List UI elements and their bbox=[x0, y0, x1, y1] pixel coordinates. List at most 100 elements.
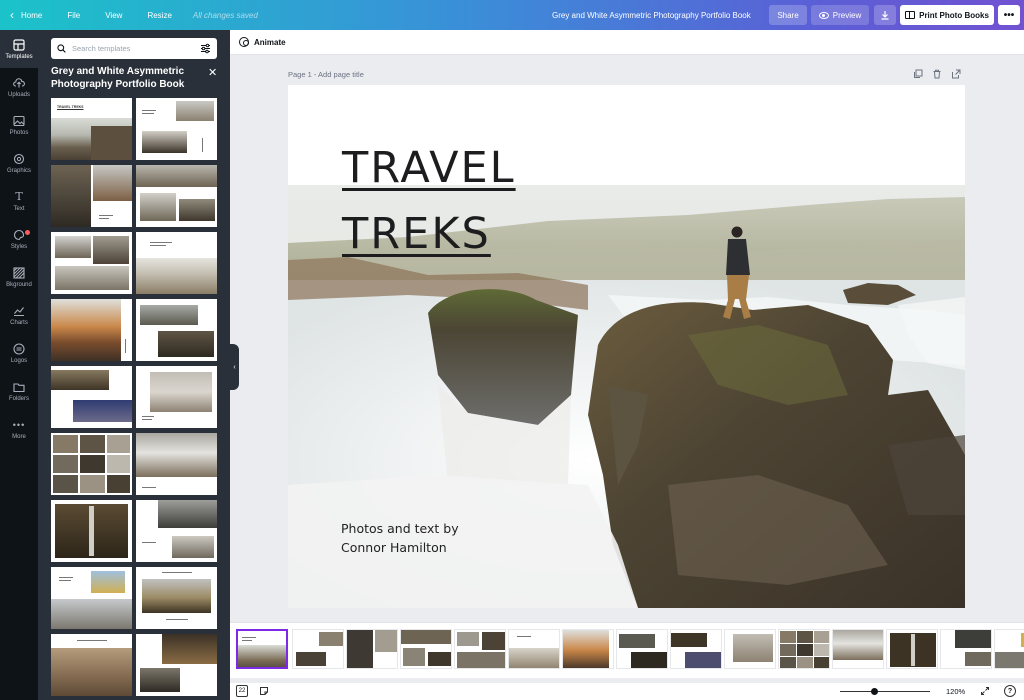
templates-icon bbox=[13, 38, 25, 51]
share-button[interactable]: Share bbox=[769, 5, 807, 25]
page-thumbnail-1[interactable] bbox=[236, 629, 288, 669]
template-thumbnail[interactable] bbox=[51, 232, 132, 294]
page-thumbnail[interactable] bbox=[400, 629, 452, 669]
template-thumbnail[interactable] bbox=[136, 433, 217, 495]
rail-item-styles[interactable]: Styles bbox=[0, 220, 38, 258]
rail-item-background[interactable]: Bkground bbox=[0, 258, 38, 296]
page-thumbnail[interactable] bbox=[562, 629, 614, 669]
template-thumbnail[interactable] bbox=[136, 634, 217, 696]
template-thumbnail[interactable] bbox=[136, 567, 217, 629]
graphics-icon bbox=[13, 153, 25, 165]
rail-item-graphics[interactable]: Graphics bbox=[0, 144, 38, 182]
animate-button[interactable]: Animate bbox=[254, 38, 286, 47]
rail-item-logos[interactable]: Logos bbox=[0, 334, 38, 372]
template-thumbnail[interactable] bbox=[51, 299, 132, 361]
template-thumbnail[interactable] bbox=[136, 366, 217, 428]
template-thumbnail[interactable] bbox=[51, 500, 132, 562]
title-line-1[interactable]: TRAVEL bbox=[342, 143, 516, 193]
rail-item-text[interactable]: T Text bbox=[0, 182, 38, 220]
template-thumbnail[interactable] bbox=[136, 98, 217, 160]
template-thumbnail[interactable] bbox=[136, 299, 217, 361]
eye-icon bbox=[818, 11, 829, 19]
title-line-2[interactable]: TREKS bbox=[342, 209, 491, 259]
template-thumbnail[interactable] bbox=[51, 433, 132, 495]
template-thumbnail[interactable] bbox=[136, 232, 217, 294]
page-title-label[interactable]: Page 1 - Add page title bbox=[288, 70, 364, 79]
page-thumbnail[interactable] bbox=[994, 629, 1024, 669]
template-thumbnail[interactable] bbox=[51, 567, 132, 629]
add-page-icon[interactable] bbox=[951, 69, 961, 79]
rail-item-photos[interactable]: Photos bbox=[0, 106, 38, 144]
background-icon bbox=[13, 266, 25, 279]
template-thumbnail[interactable] bbox=[51, 165, 132, 227]
fullscreen-icon[interactable] bbox=[980, 686, 990, 696]
rail-label: Charts bbox=[10, 319, 28, 326]
templates-panel: Search templates Grey and White Asymmetr… bbox=[38, 30, 230, 700]
rail-label: Bkground bbox=[6, 281, 32, 288]
view-menu[interactable]: View bbox=[89, 0, 131, 30]
rail-item-charts[interactable]: Charts bbox=[0, 296, 38, 334]
page-thumbnail[interactable] bbox=[346, 629, 398, 669]
download-button[interactable] bbox=[874, 5, 896, 25]
rail-item-uploads[interactable]: Uploads bbox=[0, 68, 38, 106]
notes-icon[interactable] bbox=[259, 686, 269, 696]
resize-menu[interactable]: Resize bbox=[131, 0, 180, 30]
search-icon bbox=[57, 44, 66, 53]
close-icon[interactable]: ✕ bbox=[208, 66, 217, 79]
rail-label: Styles bbox=[10, 243, 28, 250]
page-thumbnail[interactable] bbox=[940, 629, 992, 669]
file-menu[interactable]: File bbox=[51, 0, 89, 30]
page-thumbnail[interactable] bbox=[778, 629, 830, 669]
notification-dot bbox=[25, 230, 30, 235]
search-templates-field[interactable]: Search templates bbox=[51, 38, 217, 59]
rail-label: Folders bbox=[8, 395, 29, 402]
page-thumbnail[interactable] bbox=[832, 629, 884, 669]
print-photo-books-button[interactable]: Print Photo Books bbox=[900, 5, 994, 25]
page-thumbnail[interactable] bbox=[616, 629, 668, 669]
design-canvas[interactable]: TRAVEL TREKS Photos and text by Connor H… bbox=[288, 85, 965, 608]
template-thumbnail[interactable] bbox=[51, 634, 132, 696]
rail-item-folders[interactable]: Folders bbox=[0, 372, 38, 410]
page-thumbnail[interactable] bbox=[886, 629, 938, 669]
byline-line-1: Photos and text by bbox=[341, 521, 459, 536]
duplicate-page-icon[interactable] bbox=[913, 69, 923, 79]
photo-icon bbox=[13, 115, 25, 127]
more-options-button[interactable]: ••• bbox=[998, 5, 1020, 25]
page-filmstrip bbox=[230, 622, 1024, 678]
zoom-slider-handle[interactable] bbox=[871, 688, 878, 695]
document-title[interactable]: Grey and White Asymmetric Photography Po… bbox=[552, 0, 751, 30]
logo-icon bbox=[13, 342, 25, 355]
rail-item-more[interactable]: ••• More bbox=[0, 410, 38, 448]
panel-title: Grey and White Asymmetric Photography Po… bbox=[51, 66, 185, 90]
page-thumbnail[interactable] bbox=[454, 629, 506, 669]
help-button[interactable]: ? bbox=[1004, 685, 1016, 697]
page-thumbnail[interactable] bbox=[508, 629, 560, 669]
filter-icon[interactable] bbox=[200, 43, 211, 54]
page-count-button[interactable]: 22 bbox=[236, 685, 248, 697]
download-icon bbox=[881, 11, 889, 20]
panel-collapse-handle[interactable]: ‹ bbox=[230, 344, 239, 390]
page-thumbnail[interactable] bbox=[292, 629, 344, 669]
home-button[interactable]: Home bbox=[19, 0, 51, 30]
byline-text[interactable]: Photos and text by Connor Hamilton bbox=[341, 519, 459, 557]
template-thumbnail[interactable] bbox=[51, 366, 132, 428]
animate-toolbar: Animate bbox=[230, 30, 1024, 55]
delete-page-icon[interactable] bbox=[932, 69, 942, 79]
chart-icon bbox=[13, 305, 25, 317]
rail-item-templates[interactable]: Templates bbox=[0, 30, 38, 68]
template-thumbnail[interactable] bbox=[136, 165, 217, 227]
preview-button[interactable]: Preview bbox=[811, 5, 869, 25]
zoom-level[interactable]: 120% bbox=[946, 687, 965, 696]
byline-line-2: Connor Hamilton bbox=[341, 540, 447, 555]
page-thumbnail[interactable] bbox=[724, 629, 776, 669]
template-thumbnail[interactable]: TRAVEL TREKS bbox=[51, 98, 132, 160]
left-rail: Templates Uploads Photos Graphics T Text… bbox=[0, 30, 38, 700]
rail-label: Logos bbox=[10, 357, 28, 364]
book-icon bbox=[905, 11, 916, 19]
page-thumbnail[interactable] bbox=[670, 629, 722, 669]
preview-label: Preview bbox=[832, 10, 862, 20]
back-chevron-icon[interactable]: ‹ bbox=[0, 0, 19, 30]
template-thumbnail[interactable] bbox=[136, 500, 217, 562]
zoom-slider-track[interactable] bbox=[840, 691, 930, 692]
save-status: All changes saved bbox=[192, 10, 258, 20]
